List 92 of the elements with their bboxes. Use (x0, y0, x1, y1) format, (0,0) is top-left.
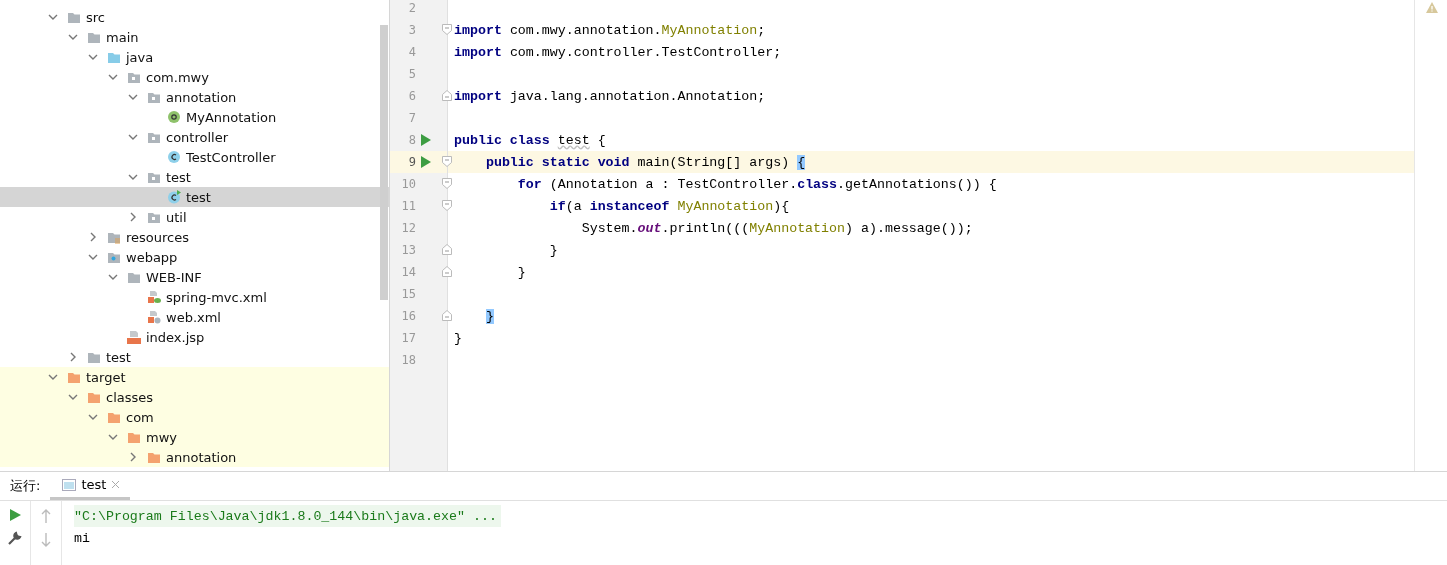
close-icon[interactable] (111, 480, 121, 489)
tree-item[interactable]: com.mwy (0, 67, 389, 87)
tree-item[interactable]: web.xml (0, 307, 389, 327)
tree-item[interactable]: controller (0, 127, 389, 147)
fold-marker-icon[interactable] (442, 156, 452, 167)
code-line: } (516, 264, 526, 280)
line-number: 12 (400, 221, 416, 235)
line-number: 6 (407, 89, 416, 103)
wrench-icon[interactable] (8, 531, 22, 545)
package-icon (127, 70, 141, 84)
tree-item[interactable]: classes (0, 387, 389, 407)
tree-item[interactable]: mwy (0, 427, 389, 447)
package-icon (147, 90, 161, 104)
code-line: import java.lang.annotation.Annotation; (454, 88, 766, 104)
tree-item[interactable]: test (0, 167, 389, 187)
tree-item[interactable]: java (0, 47, 389, 67)
web-folder-icon (107, 250, 121, 264)
line-number: 18 (400, 353, 416, 367)
tree-item[interactable]: util (0, 207, 389, 227)
code-line: } (548, 242, 558, 258)
line-number: 4 (407, 45, 416, 59)
line-number: 16 (400, 309, 416, 323)
folder-icon (67, 10, 81, 24)
folder-icon (107, 410, 121, 424)
line-number: 10 (400, 177, 416, 191)
code-line: if(a instanceof MyAnnotation){ (548, 198, 790, 214)
line-number: 14 (400, 265, 416, 279)
tree-item[interactable]: webapp (0, 247, 389, 267)
jsp-icon (127, 330, 141, 344)
folder-icon (87, 30, 101, 44)
scrollbar[interactable] (380, 25, 388, 300)
panel-label: 运行: (9, 477, 42, 495)
fold-marker-icon[interactable] (442, 178, 452, 189)
fold-marker-icon[interactable] (442, 310, 452, 321)
fold-marker-icon[interactable] (442, 90, 452, 101)
line-number: 11 (400, 199, 416, 213)
line-number: 3 (407, 23, 416, 37)
tree-item[interactable]: TestController (0, 147, 389, 167)
source-folder-icon (107, 50, 121, 64)
line-number: 5 (407, 67, 416, 81)
runnable-class-icon (167, 190, 181, 204)
code-line: import com.mwy.annotation.MyAnnotation; (454, 22, 766, 38)
tree-item[interactable]: src (0, 7, 389, 27)
run-icon[interactable] (9, 509, 21, 521)
line-number: 2 (407, 1, 416, 15)
line-number: 9 (407, 155, 416, 169)
web-xml-icon (147, 310, 161, 324)
code-line: import com.mwy.controller.TestController; (454, 44, 782, 60)
fold-marker-icon[interactable] (442, 244, 452, 255)
tree-item[interactable]: target (0, 367, 389, 387)
code-line: System.out.println(((MyAnnotation) a).message()); (580, 220, 973, 236)
resources-folder-icon (107, 230, 121, 244)
tree-item[interactable]: resources (0, 227, 389, 247)
fold-marker-icon[interactable] (442, 266, 452, 277)
spring-xml-icon (147, 290, 161, 304)
package-icon (147, 130, 161, 144)
line-number: 15 (400, 287, 416, 301)
console-line: mi (74, 529, 91, 548)
code-line: public class test { (454, 132, 606, 148)
folder-icon (127, 270, 141, 284)
folder-icon (87, 390, 101, 404)
folder-icon (87, 350, 101, 364)
run-icon[interactable] (421, 156, 431, 168)
line-number: 8 (407, 133, 416, 147)
package-icon (147, 210, 161, 224)
code-line: } (454, 330, 462, 346)
code-line: public static void main(String[] args) { (484, 154, 806, 170)
tree-item[interactable]: MyAnnotation (0, 107, 389, 127)
console-icon (62, 478, 77, 491)
tree-item[interactable]: com (0, 407, 389, 427)
tree-item[interactable]: test (0, 347, 389, 367)
folder-icon (127, 430, 141, 444)
class-icon (167, 150, 181, 164)
fold-marker-icon[interactable] (442, 24, 452, 35)
run-tab[interactable]: test (50, 472, 131, 500)
package-icon (147, 170, 161, 184)
tree-item[interactable]: test (0, 187, 389, 207)
tree-item[interactable]: main (0, 27, 389, 47)
annotation-icon (167, 110, 181, 124)
line-number: 17 (400, 331, 416, 345)
tree-item[interactable]: index.jsp (0, 327, 389, 347)
tree-item[interactable]: annotation (0, 87, 389, 107)
run-icon[interactable] (421, 134, 431, 146)
fold-marker-icon[interactable] (442, 200, 452, 211)
tree-item[interactable]: annotation (0, 447, 389, 467)
tree-item[interactable]: spring-mvc.xml (0, 287, 389, 307)
code-line: for (Annotation a : TestController.class.getAnnotations()) { (516, 176, 997, 192)
line-number: 7 (407, 111, 416, 125)
folder-icon (67, 370, 81, 384)
tree-item[interactable]: WEB-INF (0, 267, 389, 287)
line-number: 13 (400, 243, 416, 257)
folder-icon (147, 450, 161, 464)
